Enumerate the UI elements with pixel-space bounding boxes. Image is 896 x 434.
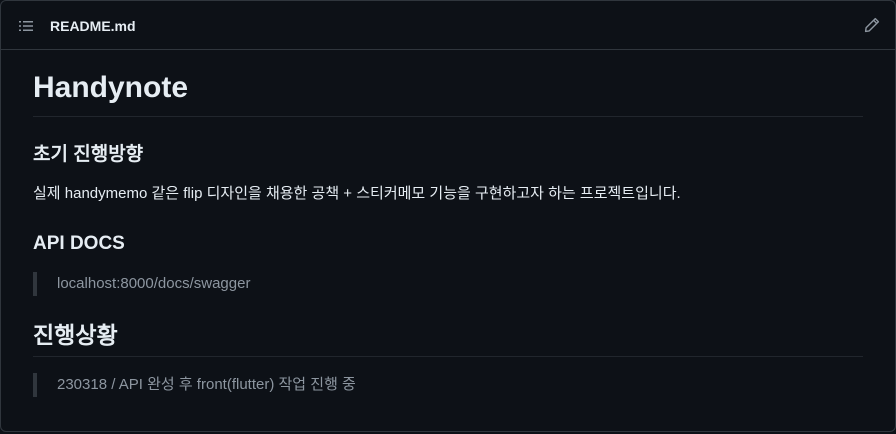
file-header: README.md [1,1,895,50]
blockquote-api-docs: localhost:8000/docs/swagger [33,272,250,296]
section-text-direction: 실제 handymemo 같은 flip 디자인을 채용한 공책 + 스티커메모… [33,185,681,202]
readme-panel: README.md Handynote 초기 진행방향 실제 handymemo… [0,0,896,432]
readme-title: Handynote [33,71,189,104]
pencil-icon[interactable] [864,17,880,33]
progress-divider [33,356,863,357]
blockquote-progress: 230318 / API 완성 후 front(flutter) 작업 진행 중 [33,373,356,397]
file-name[interactable]: README.md [50,17,136,35]
list-icon[interactable] [18,18,34,34]
section-heading-direction: 초기 진행방향 [33,144,144,165]
section-heading-api-docs: API DOCS [33,233,125,254]
section-heading-progress: 진행상황 [33,322,118,348]
title-divider [33,116,863,117]
